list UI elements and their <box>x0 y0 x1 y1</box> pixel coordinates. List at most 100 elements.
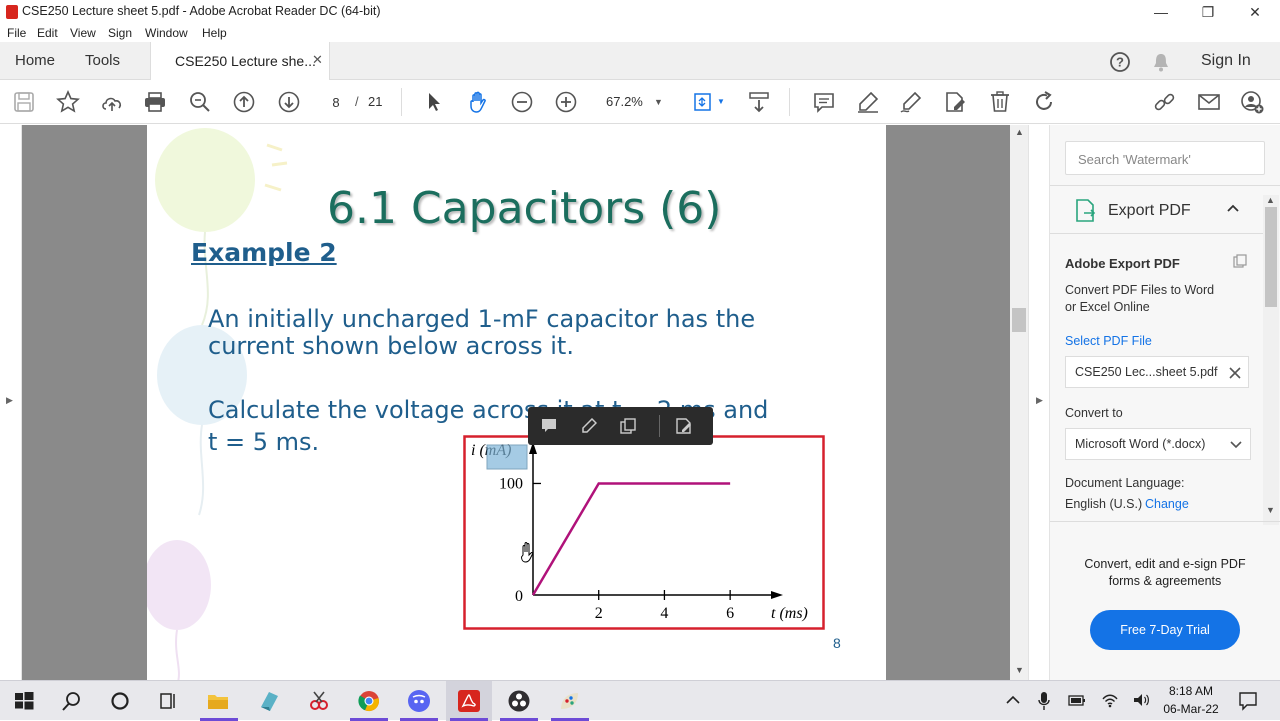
task-view-icon[interactable] <box>156 689 180 713</box>
toolbar-divider <box>659 415 660 437</box>
right-pane-toggle[interactable]: ▶ <box>1028 125 1050 680</box>
collapse-chevron-icon[interactable] <box>1226 203 1240 213</box>
acrobat-taskbar-button[interactable] <box>446 681 492 721</box>
copy-settings-icon[interactable] <box>1233 254 1247 268</box>
sign-pen-icon[interactable] <box>899 90 923 114</box>
upload-cloud-icon[interactable] <box>100 90 124 114</box>
menu-help[interactable]: Help <box>202 26 227 40</box>
bookmark-star-icon[interactable] <box>56 90 80 114</box>
notifications-icon[interactable] <box>1238 691 1258 711</box>
save-icon[interactable] <box>12 90 36 114</box>
page-total: 21 <box>368 94 383 109</box>
wifi-icon[interactable] <box>1101 692 1119 708</box>
fit-dropdown-chevron-icon[interactable]: ▼ <box>717 97 725 106</box>
left-pane-toggle[interactable]: ▶ <box>0 125 22 680</box>
help-icon[interactable]: ? <box>1109 51 1131 73</box>
menu-bar: File Edit View Sign Window Help <box>0 24 1280 42</box>
close-window-button[interactable]: ✕ <box>1232 0 1278 24</box>
add-comment-icon[interactable] <box>541 418 557 434</box>
expand-left-pane-icon[interactable]: ▶ <box>6 395 13 406</box>
paint-icon[interactable] <box>558 689 582 713</box>
minimize-button[interactable]: — <box>1138 0 1184 24</box>
edit-pdf-icon[interactable] <box>943 90 967 114</box>
volume-icon[interactable] <box>1132 692 1150 708</box>
copy-icon[interactable] <box>620 418 636 434</box>
next-page-icon[interactable] <box>277 90 301 114</box>
change-language-link[interactable]: Change <box>1145 497 1189 511</box>
tab-home[interactable]: Home <box>15 52 55 69</box>
export-pdf-title[interactable]: Export PDF <box>1108 202 1191 220</box>
file-explorer-icon[interactable] <box>206 689 230 713</box>
close-tab-icon[interactable]: ✕ <box>312 52 323 68</box>
add-user-icon[interactable] <box>1240 90 1264 114</box>
menu-file[interactable]: File <box>7 26 26 40</box>
tab-document[interactable]: CSE250 Lecture she... ✕ <box>150 42 330 80</box>
menu-edit[interactable]: Edit <box>37 26 58 40</box>
email-icon[interactable] <box>1197 90 1221 114</box>
floating-annotation-toolbar <box>528 407 713 445</box>
remove-file-icon[interactable] <box>1229 367 1241 379</box>
select-pdf-file-link[interactable]: Select PDF File <box>1065 334 1152 348</box>
windows-start-icon[interactable] <box>12 689 36 713</box>
zoom-search-icon[interactable] <box>188 90 212 114</box>
taskbar-clock-date[interactable]: 06-Mar-22 <box>1155 702 1227 716</box>
x-tick-label: 6 <box>726 605 734 622</box>
bell-icon[interactable] <box>1151 51 1171 73</box>
free-trial-button[interactable]: Free 7-Day Trial <box>1090 610 1240 650</box>
menu-view[interactable]: View <box>70 26 96 40</box>
taskbar-clock-time[interactable]: 8:18 AM <box>1155 684 1227 698</box>
collapse-right-pane-icon[interactable]: ▶ <box>1036 395 1043 406</box>
document-viewport[interactable]: 6.1 Capacitors (6) Example 2 An initiall… <box>22 125 1010 680</box>
sign-in-link[interactable]: Sign In <box>1201 52 1251 70</box>
tab-tools[interactable]: Tools <box>85 52 120 69</box>
svg-text:?: ? <box>1116 55 1124 70</box>
highlight-icon[interactable] <box>581 418 597 434</box>
example-heading: Example 2 <box>191 238 337 267</box>
fit-page-icon[interactable] <box>692 90 716 114</box>
y-tick-label: 100 <box>499 475 523 492</box>
edit-text-icon[interactable] <box>675 417 693 435</box>
rotate-icon[interactable] <box>1032 90 1056 114</box>
document-scrollbar[interactable]: ▲ ▼ <box>1010 125 1028 680</box>
page-number-input[interactable]: 8 <box>320 90 352 114</box>
convert-format-select[interactable]: Microsoft Word (*.docx) <box>1065 428 1251 460</box>
battery-icon[interactable] <box>1068 694 1086 708</box>
search-icon[interactable] <box>60 689 84 713</box>
obs-studio-icon[interactable] <box>507 689 531 713</box>
tool-search-input[interactable]: Search 'Watermark' <box>1065 141 1265 175</box>
zoom-out-icon[interactable] <box>510 90 534 114</box>
notes-app-icon[interactable] <box>257 689 281 713</box>
restore-button[interactable]: ❐ <box>1185 0 1231 24</box>
snipping-tool-icon[interactable] <box>307 689 331 713</box>
chrome-icon[interactable] <box>357 689 381 713</box>
share-link-icon[interactable] <box>1153 90 1177 114</box>
highlight-pen-icon[interactable] <box>856 90 880 114</box>
print-icon[interactable] <box>143 90 167 114</box>
zoom-level-dropdown[interactable]: 67.2% ▼ <box>598 90 670 114</box>
pane-scrollbar-thumb[interactable] <box>1265 207 1277 307</box>
previous-page-icon[interactable] <box>232 90 256 114</box>
menu-sign[interactable]: Sign <box>108 26 132 40</box>
show-hidden-icons-chevron-icon[interactable] <box>1006 694 1020 706</box>
pane-scrollbar[interactable]: ▲ ▼ <box>1263 195 1279 525</box>
scroll-mode-icon[interactable] <box>747 90 771 114</box>
menu-window[interactable]: Window <box>145 26 188 40</box>
delete-trash-icon[interactable] <box>988 90 1012 114</box>
zoom-level-value: 67.2% <box>606 94 643 109</box>
scrollbar-thumb[interactable] <box>1012 308 1026 332</box>
select-cursor-icon[interactable] <box>422 90 446 114</box>
comment-icon[interactable] <box>812 90 836 114</box>
scroll-down-icon[interactable]: ▼ <box>1015 665 1024 675</box>
scroll-up-icon[interactable]: ▲ <box>1015 127 1024 137</box>
microphone-icon[interactable] <box>1038 691 1050 711</box>
pane-scroll-down-icon[interactable]: ▼ <box>1266 505 1275 515</box>
zoom-in-icon[interactable] <box>554 90 578 114</box>
question-text-line2: t = 5 ms. <box>208 428 320 456</box>
pane-scroll-up-icon[interactable]: ▲ <box>1266 195 1275 205</box>
hand-tool-icon[interactable] <box>466 90 490 114</box>
discord-icon[interactable] <box>407 689 431 713</box>
slide-title: 6.1 Capacitors (6) <box>327 183 722 234</box>
pdf-page[interactable]: 6.1 Capacitors (6) Example 2 An initiall… <box>147 125 886 680</box>
cortana-icon[interactable] <box>108 689 132 713</box>
selected-file-field[interactable]: CSE250 Lec...sheet 5.pdf <box>1065 356 1249 388</box>
